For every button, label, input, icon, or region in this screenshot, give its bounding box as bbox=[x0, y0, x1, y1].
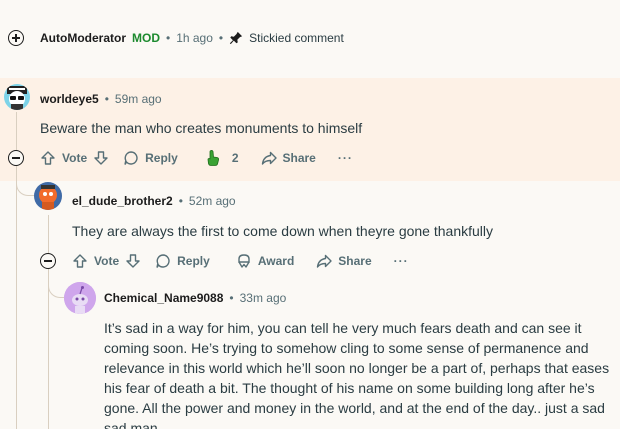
comment-actions: Vote Reply Award Share ··· bbox=[72, 251, 409, 271]
collapse-thread-button[interactable] bbox=[8, 150, 24, 166]
comment-header: worldeye5 • 59m ago bbox=[40, 91, 162, 107]
collapse-thread-button[interactable] bbox=[40, 253, 56, 269]
comment-line: sad man. bbox=[104, 420, 162, 429]
share-label: Share bbox=[282, 151, 316, 165]
more-label: ··· bbox=[337, 151, 353, 165]
comment-time: 59m ago bbox=[114, 92, 162, 106]
award-count: 2 bbox=[231, 151, 239, 165]
comment-body: It’s sad in a way for him, you can tell … bbox=[104, 318, 614, 429]
award-button[interactable]: Award bbox=[236, 251, 294, 271]
share-icon bbox=[261, 150, 277, 166]
separator-dot: • bbox=[104, 92, 109, 106]
separator-dot: • bbox=[178, 194, 183, 208]
pointing-hand-icon bbox=[204, 149, 222, 167]
avatar[interactable] bbox=[34, 182, 62, 210]
more-options-button[interactable]: ··· bbox=[338, 148, 353, 168]
comment-body: Beware the man who creates monuments to … bbox=[40, 120, 363, 136]
reply-label: Reply bbox=[145, 151, 178, 165]
comment-time: 33m ago bbox=[239, 291, 287, 305]
comment-header: Chemical_Name9088 • 33m ago bbox=[104, 290, 286, 306]
upvote-icon[interactable] bbox=[40, 150, 56, 166]
comment-time: 52m ago bbox=[188, 194, 236, 208]
comment-time: 1h ago bbox=[176, 31, 213, 45]
share-button[interactable]: Share bbox=[261, 148, 316, 168]
share-button[interactable]: Share bbox=[316, 251, 372, 271]
stickied-label: Stickied comment bbox=[249, 31, 344, 45]
pin-icon bbox=[229, 31, 243, 45]
comment-line: It’s sad in a way for him, you can tell … bbox=[104, 320, 582, 336]
separator-dot: • bbox=[218, 31, 224, 45]
reply-icon bbox=[155, 253, 171, 269]
comment-username[interactable]: Chemical_Name9088 bbox=[104, 291, 223, 305]
comment-line: coming soon. He’s trying to somehow clin… bbox=[104, 340, 589, 356]
mod-badge: MOD bbox=[132, 31, 160, 45]
share-label: Share bbox=[338, 254, 372, 268]
award-button[interactable]: 2 bbox=[204, 148, 239, 168]
share-icon bbox=[316, 253, 332, 269]
thread-connector-1 bbox=[16, 168, 36, 196]
vote-group: Vote bbox=[40, 148, 109, 168]
comment-line: his fear of death a bit. The thought of … bbox=[104, 380, 595, 396]
vote-group: Vote bbox=[72, 251, 141, 271]
comment-username[interactable]: worldeye5 bbox=[40, 92, 99, 106]
avatar[interactable] bbox=[64, 282, 96, 314]
more-label: ··· bbox=[393, 254, 409, 268]
reply-label: Reply bbox=[177, 254, 210, 268]
expand-thread-button[interactable] bbox=[8, 30, 24, 46]
downvote-icon[interactable] bbox=[125, 253, 141, 269]
more-options-button[interactable]: ··· bbox=[394, 251, 409, 271]
thread-line-level2 bbox=[48, 215, 49, 429]
separator-dot: • bbox=[229, 291, 234, 305]
reply-button[interactable]: Reply bbox=[155, 251, 210, 271]
automoderator-username[interactable]: AutoModerator bbox=[40, 31, 126, 45]
comment-line: relevance in this world which he’ll soon… bbox=[104, 360, 610, 376]
reply-button[interactable]: Reply bbox=[123, 148, 178, 168]
vote-label: Vote bbox=[62, 151, 88, 165]
thread-connector-2 bbox=[48, 270, 66, 298]
comment-username[interactable]: el_dude_brother2 bbox=[72, 194, 173, 208]
reply-icon bbox=[123, 150, 139, 166]
upvote-icon[interactable] bbox=[72, 253, 88, 269]
comment-line: gone. All the power and money in the wor… bbox=[104, 400, 605, 416]
award-label: Award bbox=[257, 254, 295, 268]
comment-header: el_dude_brother2 • 52m ago bbox=[72, 193, 236, 209]
downvote-icon[interactable] bbox=[93, 150, 109, 166]
stickied-comment-header: AutoModerator MOD • 1h ago • Stickied co… bbox=[40, 30, 344, 46]
award-icon bbox=[236, 253, 252, 269]
avatar[interactable] bbox=[4, 84, 30, 110]
separator-dot: • bbox=[166, 31, 171, 45]
vote-label: Vote bbox=[94, 254, 120, 268]
comment-body: They are always the first to come down w… bbox=[72, 223, 493, 239]
comment-actions: Vote Reply 2 Share ··· bbox=[40, 148, 353, 168]
